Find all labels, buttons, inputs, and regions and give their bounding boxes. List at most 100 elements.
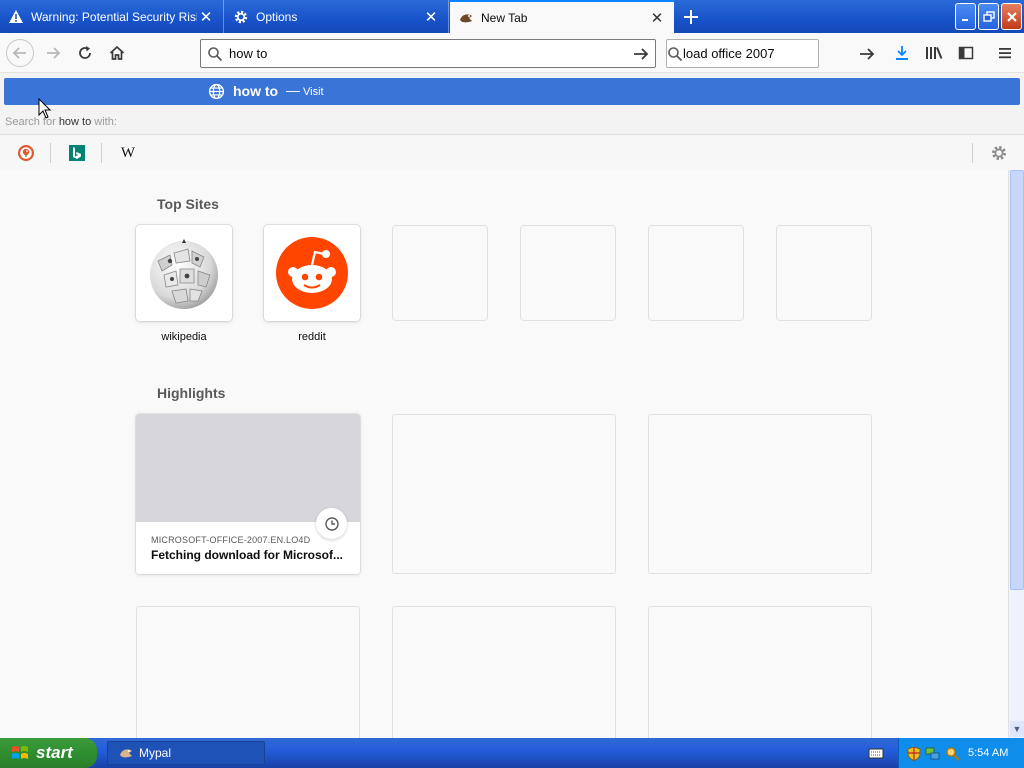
vertical-scrollbar[interactable]: ▼ xyxy=(1008,170,1024,738)
highlight-title: Fetching download for Microsof... xyxy=(151,548,343,562)
tab-title: Options xyxy=(256,9,298,24)
search-with-label: Search for how to with: xyxy=(5,116,117,128)
restore-button[interactable] xyxy=(978,3,999,30)
home-button[interactable] xyxy=(103,39,131,67)
top-site-label: wikipedia xyxy=(161,331,207,343)
scroll-down-arrow-icon[interactable]: ▼ xyxy=(1010,721,1024,737)
keyboard-icon[interactable] xyxy=(868,746,884,760)
library-button[interactable] xyxy=(920,39,948,67)
library-icon xyxy=(926,47,943,59)
reddit-icon xyxy=(276,237,348,309)
search-with-query: how to xyxy=(58,116,92,128)
highlight-card[interactable]: MICROSOFT-OFFICE-2007.EN.LO4D Fetching d… xyxy=(136,414,360,574)
search-go-arrow-icon[interactable] xyxy=(859,46,875,62)
tab-strip: Warning: Potential Security Risk Ah ✕ Op… xyxy=(0,0,1024,33)
search-icon xyxy=(201,46,229,62)
sidebar-button[interactable] xyxy=(952,39,980,67)
reload-icon xyxy=(79,46,91,59)
security-shield-icon[interactable] xyxy=(907,746,921,761)
new-tab-button[interactable] xyxy=(678,4,704,30)
start-label: start xyxy=(36,743,73,762)
close-icon[interactable]: ✕ xyxy=(648,9,666,27)
suggestion-action: Visit xyxy=(303,86,324,98)
search-icon[interactable] xyxy=(945,746,960,761)
engine-divider xyxy=(972,143,973,163)
suggestion-text: how to xyxy=(233,83,279,99)
search-icon xyxy=(667,46,683,62)
engine-divider xyxy=(101,143,102,163)
back-arrow-icon xyxy=(6,39,34,67)
highlights-title: Highlights xyxy=(157,385,226,401)
top-sites-title: Top Sites xyxy=(157,196,219,212)
minimize-button[interactable] xyxy=(955,3,976,30)
reload-button[interactable] xyxy=(71,39,99,67)
downloads-button[interactable] xyxy=(888,39,916,67)
tab-security-warning[interactable]: Warning: Potential Security Risk Ah ✕ xyxy=(0,0,224,33)
home-icon xyxy=(109,45,125,60)
top-site-empty xyxy=(392,225,488,321)
start-button[interactable]: start xyxy=(0,738,97,768)
urlbar-suggestions-popup: how to — Visit Search for how to with: W xyxy=(0,73,1024,170)
navigation-toolbar xyxy=(0,33,1024,73)
top-site-wikipedia[interactable] xyxy=(136,225,232,321)
warning-icon xyxy=(8,9,24,25)
network-icon[interactable] xyxy=(925,746,941,761)
suggestion-separator: — xyxy=(286,82,300,98)
engine-wikipedia[interactable]: W xyxy=(116,141,140,165)
url-bar[interactable] xyxy=(200,39,656,68)
engine-duckduckgo[interactable] xyxy=(14,141,38,165)
close-icon[interactable]: ✕ xyxy=(197,8,215,26)
search-settings-button[interactable] xyxy=(987,141,1011,165)
globe-icon xyxy=(208,83,225,103)
windows-logo-icon xyxy=(10,743,30,763)
taskbar-item-mypal[interactable]: Mypal xyxy=(107,741,265,765)
top-site-label: reddit xyxy=(298,331,326,343)
search-bar[interactable] xyxy=(666,39,875,68)
search-with-suffix: with: xyxy=(94,116,117,128)
mypal-icon xyxy=(458,10,474,26)
restore-icon xyxy=(982,10,995,22)
plus-icon xyxy=(684,10,698,24)
back-button[interactable] xyxy=(6,39,34,67)
top-site-reddit[interactable] xyxy=(264,225,360,321)
forward-arrow-icon xyxy=(47,47,61,59)
minimize-icon xyxy=(961,18,968,21)
bing-icon xyxy=(69,145,85,161)
tab-title: Warning: Potential Security Risk Ah xyxy=(31,9,197,24)
wikipedia-icon: W xyxy=(120,144,136,161)
highlight-card-empty xyxy=(392,606,616,738)
highlight-card-empty xyxy=(648,606,872,738)
gear-icon xyxy=(992,146,1006,160)
engine-bing[interactable] xyxy=(65,141,89,165)
engine-divider xyxy=(50,143,51,163)
top-site-empty xyxy=(648,225,744,321)
tab-title: New Tab xyxy=(481,10,528,25)
highlight-thumbnail xyxy=(136,414,360,522)
clock-icon xyxy=(316,508,347,539)
highlight-card-empty xyxy=(136,606,360,738)
tab-options[interactable]: Options ✕ xyxy=(225,0,449,33)
wikipedia-globe-icon xyxy=(150,239,218,309)
gear-icon xyxy=(233,9,249,25)
menu-button[interactable] xyxy=(991,39,1019,67)
url-input[interactable] xyxy=(229,40,627,67)
tab-new-tab[interactable]: New Tab ✕ xyxy=(450,0,674,33)
mypal-icon xyxy=(118,745,134,761)
hamburger-menu-icon xyxy=(999,48,1011,59)
forward-button[interactable] xyxy=(39,39,67,67)
close-icon xyxy=(1006,11,1017,22)
go-arrow-icon[interactable] xyxy=(627,46,655,62)
close-window-button[interactable] xyxy=(1001,3,1022,30)
highlight-card-empty xyxy=(392,414,616,574)
new-tab-page: Top Sites wikipedia reddit Highlights MI… xyxy=(0,170,1008,738)
scrollbar-thumb[interactable] xyxy=(1010,170,1024,590)
taskbar-item-label: Mypal xyxy=(139,746,172,760)
suggestion-row-visit[interactable]: how to — Visit xyxy=(4,78,1020,105)
top-site-empty xyxy=(776,225,872,321)
duckduckgo-icon xyxy=(18,145,34,161)
mouse-cursor-icon xyxy=(38,98,52,119)
download-icon xyxy=(896,46,908,60)
highlight-host: MICROSOFT-OFFICE-2007.EN.LO4D xyxy=(151,535,311,545)
search-input[interactable] xyxy=(683,40,859,67)
close-icon[interactable]: ✕ xyxy=(422,8,440,26)
